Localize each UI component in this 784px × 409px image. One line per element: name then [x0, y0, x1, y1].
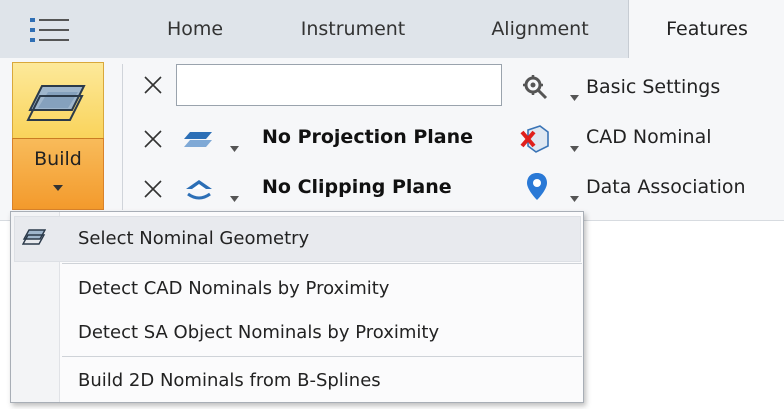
- plane-icon: [21, 228, 47, 250]
- projection-plane-icon[interactable]: [184, 128, 214, 154]
- data-association-icon[interactable]: [526, 172, 548, 206]
- close-icon[interactable]: [142, 74, 164, 96]
- tab-home[interactable]: Home: [150, 0, 240, 58]
- tab-alignment[interactable]: Alignment: [470, 0, 610, 58]
- chevron-down-icon[interactable]: [570, 86, 579, 101]
- chevron-down-icon[interactable]: [570, 137, 579, 152]
- projection-plane-label[interactable]: No Projection Plane: [262, 126, 473, 148]
- chevron-down-icon[interactable]: [230, 137, 239, 152]
- close-icon[interactable]: [142, 128, 164, 150]
- chevron-down-icon[interactable]: [570, 187, 579, 202]
- build-label: Build: [34, 148, 82, 170]
- nominal-text-field[interactable]: [176, 64, 502, 106]
- menu-separator: [62, 356, 582, 357]
- close-icon[interactable]: [142, 178, 164, 200]
- chevron-down-icon: [52, 177, 64, 191]
- menu-item-build-2d-nominals[interactable]: Build 2D Nominals from B-Splines: [78, 370, 381, 391]
- menu-separator: [62, 263, 582, 264]
- menu-item-select-nominal-geometry[interactable]: Select Nominal Geometry: [78, 228, 309, 249]
- ribbon-separator: [122, 64, 123, 210]
- data-association-label[interactable]: Data Association: [586, 176, 746, 198]
- plane-icon: [26, 78, 88, 128]
- chevron-down-icon[interactable]: [230, 187, 239, 202]
- cad-nominal-icon[interactable]: [520, 124, 550, 158]
- menu-item-detect-sa-object-nominals[interactable]: Detect SA Object Nominals by Proximity: [78, 322, 439, 343]
- clipping-plane-label[interactable]: No Clipping Plane: [262, 176, 452, 198]
- menu-icon[interactable]: [28, 10, 74, 50]
- menu-item-detect-cad-nominals[interactable]: Detect CAD Nominals by Proximity: [78, 278, 389, 299]
- settings-icon[interactable]: [522, 74, 548, 104]
- clipping-plane-icon[interactable]: [184, 176, 214, 206]
- tab-features[interactable]: Features: [628, 0, 784, 60]
- basic-settings-label[interactable]: Basic Settings: [586, 76, 720, 98]
- tab-instrument[interactable]: Instrument: [278, 0, 428, 58]
- cad-nominal-label[interactable]: CAD Nominal: [586, 126, 712, 148]
